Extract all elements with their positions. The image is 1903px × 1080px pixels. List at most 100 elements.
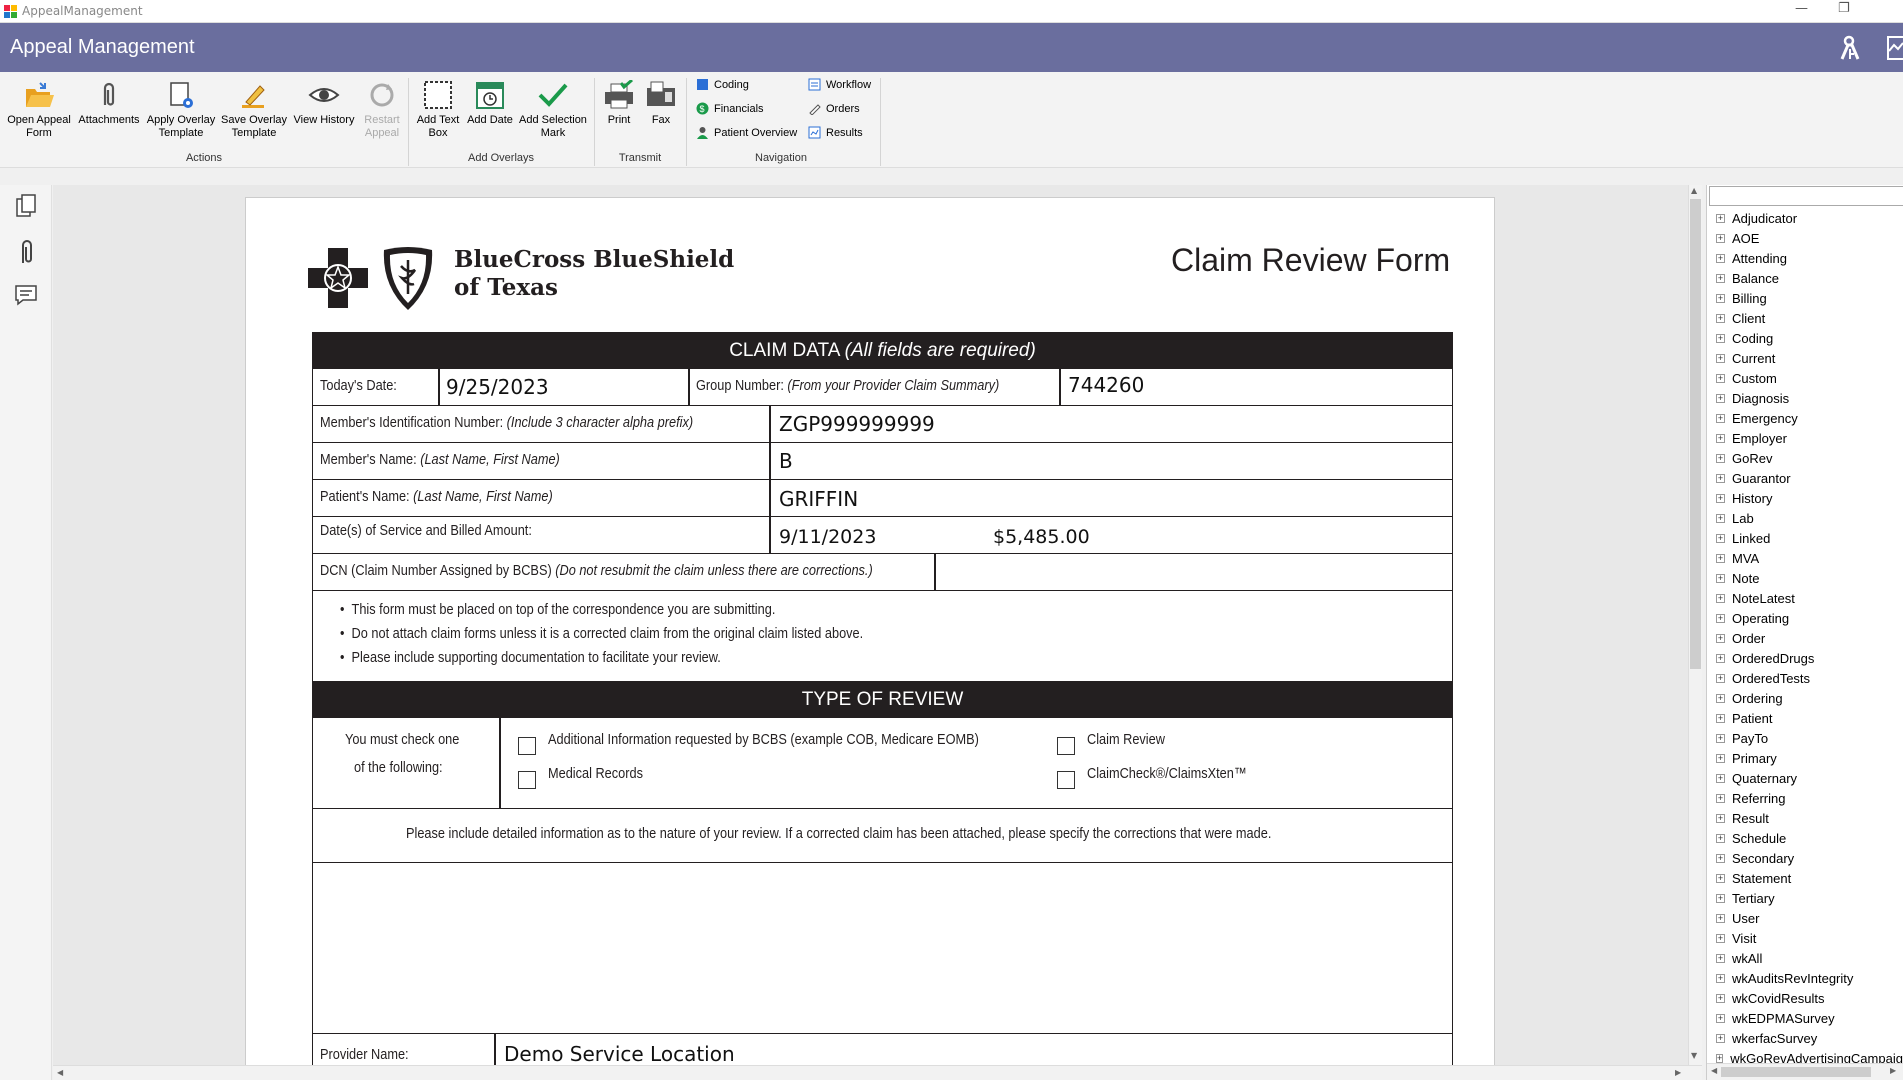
tree-node[interactable]: + wkCovidResults (1716, 988, 1901, 1008)
provider-name-value[interactable]: Demo Service Location (504, 1042, 735, 1065)
scroll-right-icon[interactable]: ▶ (1890, 1066, 1896, 1075)
member-id-value[interactable]: ZGP999999999 (779, 412, 935, 436)
claimcheck-checkbox[interactable] (1057, 771, 1075, 789)
additional-info-checkbox[interactable] (518, 737, 536, 755)
tree-node[interactable]: + Linked (1716, 528, 1901, 548)
apply-overlay-template-button[interactable]: Apply Overlay Template (143, 80, 219, 140)
tree-node[interactable]: + OrderedTests (1716, 668, 1901, 688)
expand-icon[interactable]: + (1716, 413, 1725, 423)
tree-node[interactable]: + Statement (1716, 868, 1901, 888)
expand-icon[interactable]: + (1716, 853, 1725, 863)
document-horizontal-scrollbar[interactable]: ◀ ▶ (53, 1065, 1702, 1080)
scroll-up-icon[interactable]: ▲ (1691, 186, 1697, 195)
scrollbar-thumb[interactable] (1690, 199, 1701, 669)
expand-icon[interactable]: + (1716, 513, 1725, 523)
expand-icon[interactable]: + (1716, 333, 1725, 343)
expand-icon[interactable]: + (1716, 493, 1725, 503)
tree-node[interactable]: + Operating (1716, 608, 1901, 628)
expand-icon[interactable]: + (1716, 453, 1725, 463)
expand-icon[interactable]: + (1716, 693, 1725, 703)
tree-node[interactable]: + Current (1716, 348, 1901, 368)
tree-node[interactable]: + Primary (1716, 748, 1901, 768)
billed-amount-value[interactable]: $5,485.00 (993, 526, 1090, 548)
expand-icon[interactable]: + (1716, 773, 1725, 783)
tree-node[interactable]: + Visit (1716, 928, 1901, 948)
tree-node[interactable]: + User (1716, 908, 1901, 928)
nav-workflow[interactable]: Workflow (808, 78, 871, 91)
todays-date-value[interactable]: 9/25/2023 (446, 375, 549, 399)
tree-node[interactable]: + Lab (1716, 508, 1901, 528)
tree-node[interactable]: + PayTo (1716, 728, 1901, 748)
tree-node[interactable]: + Patient (1716, 708, 1901, 728)
expand-icon[interactable]: + (1716, 1053, 1724, 1063)
tree-node[interactable]: + Custom (1716, 368, 1901, 388)
nav-coding[interactable]: Coding (696, 78, 749, 91)
expand-icon[interactable]: + (1716, 833, 1725, 843)
scroll-right-icon[interactable]: ▶ (1675, 1068, 1681, 1077)
expand-icon[interactable]: + (1716, 553, 1725, 563)
document-viewer[interactable]: BlueCross BlueShield of Texas Claim Revi… (53, 185, 1688, 1065)
expand-icon[interactable]: + (1716, 1013, 1725, 1023)
expand-icon[interactable]: + (1716, 713, 1725, 723)
expand-icon[interactable]: + (1716, 973, 1725, 983)
expand-icon[interactable]: + (1716, 633, 1725, 643)
add-date-button[interactable]: Add Date (466, 80, 514, 127)
paperclip-icon[interactable] (14, 237, 38, 267)
tree-node[interactable]: + Diagnosis (1716, 388, 1901, 408)
tree-node[interactable]: + Schedule (1716, 828, 1901, 848)
expand-icon[interactable]: + (1716, 793, 1725, 803)
scroll-left-icon[interactable]: ◀ (57, 1068, 63, 1077)
expand-icon[interactable]: + (1716, 433, 1725, 443)
dos-value[interactable]: 9/11/2023 (779, 526, 876, 548)
expand-icon[interactable]: + (1716, 613, 1725, 623)
expand-icon[interactable]: + (1716, 813, 1725, 823)
expand-icon[interactable]: + (1716, 293, 1725, 303)
tree-search-input[interactable] (1709, 186, 1903, 206)
tree-node[interactable]: + Coding (1716, 328, 1901, 348)
tree-node[interactable]: + Secondary (1716, 848, 1901, 868)
tree-node[interactable]: + Tertiary (1716, 888, 1901, 908)
tree-node[interactable]: + wkAll (1716, 948, 1901, 968)
tree-node[interactable]: + History (1716, 488, 1901, 508)
expand-icon[interactable]: + (1716, 733, 1725, 743)
tree-node[interactable]: + Emergency (1716, 408, 1901, 428)
expand-icon[interactable]: + (1716, 593, 1725, 603)
patient-name-value[interactable]: GRIFFIN (779, 487, 858, 511)
tree-node[interactable]: + Ordering (1716, 688, 1901, 708)
medical-records-checkbox[interactable] (518, 771, 536, 789)
expand-icon[interactable]: + (1716, 913, 1725, 923)
details-text-area[interactable] (312, 862, 1453, 1034)
tree-node[interactable]: + wkAuditsRevIntegrity (1716, 968, 1901, 988)
expand-icon[interactable]: + (1716, 893, 1725, 903)
tree-node[interactable]: + Referring (1716, 788, 1901, 808)
expand-icon[interactable]: + (1716, 993, 1725, 1003)
comment-icon[interactable] (14, 283, 38, 307)
restart-appeal-button[interactable]: Restart Appeal (357, 80, 407, 140)
tree-node[interactable]: + Employer (1716, 428, 1901, 448)
expand-icon[interactable]: + (1716, 953, 1725, 963)
tree-node[interactable]: + Balance (1716, 268, 1901, 288)
tree-node[interactable]: + MVA (1716, 548, 1901, 568)
pages-icon[interactable] (14, 193, 38, 219)
expand-icon[interactable]: + (1716, 233, 1725, 243)
scroll-down-icon[interactable]: ▼ (1691, 1051, 1697, 1060)
minimize-icon[interactable]: — (1795, 1, 1808, 16)
document-vertical-scrollbar[interactable]: ▲ ▼ (1688, 185, 1702, 1065)
expand-icon[interactable]: + (1716, 653, 1725, 663)
user-key-icon[interactable] (1839, 35, 1863, 61)
tree-node[interactable]: + Quaternary (1716, 768, 1901, 788)
tree-node[interactable]: + wkEDPMASurvey (1716, 1008, 1901, 1028)
tree-node[interactable]: + AOE (1716, 228, 1901, 248)
expand-icon[interactable]: + (1716, 753, 1725, 763)
expand-icon[interactable]: + (1716, 533, 1725, 543)
attachments-button[interactable]: Attachments (76, 80, 142, 127)
tree-node[interactable]: + Note (1716, 568, 1901, 588)
group-number-value[interactable]: 744260 (1068, 373, 1144, 397)
tree-node[interactable]: + Client (1716, 308, 1901, 328)
view-history-button[interactable]: View History (291, 80, 357, 127)
member-name-value[interactable]: B (779, 449, 793, 473)
scroll-left-icon[interactable]: ◀ (1711, 1066, 1717, 1075)
tree-node[interactable]: + Attending (1716, 248, 1901, 268)
save-overlay-template-button[interactable]: Save Overlay Template (218, 80, 290, 140)
claim-review-checkbox[interactable] (1057, 737, 1075, 755)
